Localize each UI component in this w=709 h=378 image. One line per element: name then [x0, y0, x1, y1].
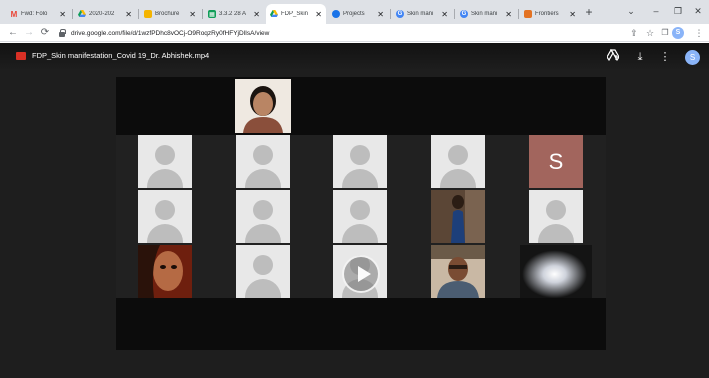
- close-tab-icon[interactable]: ✕: [253, 10, 260, 19]
- account-avatar[interactable]: S: [685, 50, 700, 65]
- tab-fdp-skin[interactable]: FDP_Skin ✕: [266, 4, 326, 24]
- browser-toolbar: ← → ⟳ drive.google.com/file/d/1wzfPDhc8v…: [0, 24, 709, 42]
- close-window-button[interactable]: ✕: [687, 4, 709, 18]
- participant-placeholder-icon: [236, 135, 290, 188]
- tab-label: FDP_Skin: [281, 11, 309, 17]
- tab-frontiers[interactable]: Frontiers ✕: [520, 4, 580, 24]
- participant-placeholder-icon: [529, 190, 583, 243]
- sheets-icon: ▦: [208, 10, 216, 18]
- participant-video-thumbnail: [520, 245, 592, 298]
- tab-skin-mani-2[interactable]: G Skin mani ✕: [456, 4, 516, 24]
- close-tab-icon[interactable]: ✕: [377, 10, 384, 19]
- tab-label: Brochure: [155, 11, 180, 17]
- close-tab-icon[interactable]: ✕: [569, 10, 576, 19]
- tab-divider: [390, 9, 391, 19]
- back-icon[interactable]: ←: [6, 26, 20, 40]
- speaker-thumbnail: [235, 79, 291, 133]
- participant-placeholder-icon: [236, 245, 290, 298]
- close-tab-icon[interactable]: ✕: [59, 10, 66, 19]
- participant-placeholder-icon: [138, 190, 192, 243]
- tab-search-chevron-icon[interactable]: ⌄: [620, 4, 642, 18]
- new-tab-button[interactable]: +: [582, 5, 596, 19]
- participant-grid: S: [116, 135, 606, 298]
- participant-placeholder-icon: [431, 135, 485, 188]
- play-button[interactable]: [342, 255, 380, 293]
- participant-video-thumbnail: [431, 245, 485, 298]
- tab-label: Skin mani: [407, 11, 434, 17]
- drive-icon: [270, 10, 278, 18]
- drive-file-viewer: FDP_Skin manifestation_Covid 19_Dr. Abhi…: [0, 43, 709, 378]
- forward-icon[interactable]: →: [22, 26, 36, 40]
- google-icon: G: [396, 10, 404, 18]
- slides-icon: [144, 10, 152, 18]
- tab-label: 3.3.2 28 A: [219, 11, 247, 17]
- url-text[interactable]: drive.google.com/file/d/1wzfPDhc8vOCj-O9…: [71, 30, 269, 37]
- close-tab-icon[interactable]: ✕: [505, 10, 512, 19]
- restore-button[interactable]: ❐: [667, 4, 689, 18]
- frontiers-icon: [524, 10, 532, 18]
- google-icon: G: [460, 10, 468, 18]
- tab-label: Frontiers: [535, 11, 559, 17]
- tab-brochure[interactable]: Brochure ✕: [140, 4, 200, 24]
- minimize-button[interactable]: –: [645, 4, 667, 18]
- viewer-header: FDP_Skin manifestation_Covid 19_Dr. Abhi…: [0, 43, 709, 71]
- browser-menu-icon[interactable]: ⋮: [692, 26, 706, 40]
- video-file-icon: [16, 52, 26, 60]
- more-actions-icon[interactable]: ⋮: [657, 49, 673, 65]
- close-tab-icon[interactable]: ✕: [315, 10, 322, 19]
- tab-label: Skin mani: [471, 11, 498, 17]
- tab-divider: [138, 9, 139, 19]
- participant-placeholder-icon: [333, 135, 387, 188]
- close-tab-icon[interactable]: ✕: [125, 10, 132, 19]
- globe-icon: [332, 10, 340, 18]
- tab-gmail[interactable]: M Fwd: Folo ✕: [6, 4, 70, 24]
- gmail-icon: M: [10, 9, 18, 19]
- add-to-drive-icon[interactable]: [605, 48, 621, 65]
- tab-label: 2020-202: [89, 11, 115, 17]
- lock-icon[interactable]: [58, 29, 66, 37]
- tab-sheet[interactable]: ▦ 3.3.2 28 A ✕: [204, 4, 264, 24]
- profile-avatar[interactable]: S: [672, 27, 684, 39]
- participant-video-thumbnail: [138, 245, 192, 298]
- file-title: FDP_Skin manifestation_Covid 19_Dr. Abhi…: [32, 51, 210, 60]
- tab-divider: [202, 9, 203, 19]
- browser-tab-strip: M Fwd: Folo ✕ 2020-202 ✕ Brochure ✕ ▦ 3.…: [0, 0, 709, 24]
- tab-divider: [454, 9, 455, 19]
- download-icon[interactable]: ⤓: [632, 49, 648, 65]
- participant-placeholder-icon: [138, 135, 192, 188]
- tab-label: Fwd: Folo: [21, 11, 48, 17]
- share-icon[interactable]: ⇪: [627, 26, 641, 40]
- tab-divider: [518, 9, 519, 19]
- participant-placeholder-icon: [333, 190, 387, 243]
- drive-icon: [78, 10, 86, 18]
- address-bar[interactable]: drive.google.com/file/d/1wzfPDhc8vOCj-O9…: [58, 26, 618, 40]
- participant-placeholder-icon: [236, 190, 290, 243]
- tab-divider: [72, 9, 73, 19]
- tab-drive-2020[interactable]: 2020-202 ✕: [74, 4, 136, 24]
- close-tab-icon[interactable]: ✕: [441, 10, 448, 19]
- tab-layout-icon[interactable]: ❐: [658, 26, 672, 40]
- close-tab-icon[interactable]: ✕: [189, 10, 196, 19]
- video-player[interactable]: S: [116, 77, 606, 350]
- tab-label: Projects: [343, 11, 365, 17]
- tab-skin-mani-1[interactable]: G Skin mani ✕: [392, 4, 452, 24]
- participant-initial-tile: S: [529, 135, 583, 188]
- reload-icon[interactable]: ⟳: [38, 26, 52, 40]
- participant-video-thumbnail: [431, 190, 485, 243]
- bookmark-star-icon[interactable]: ☆: [643, 26, 657, 40]
- tab-projects[interactable]: Projects ✕: [328, 4, 388, 24]
